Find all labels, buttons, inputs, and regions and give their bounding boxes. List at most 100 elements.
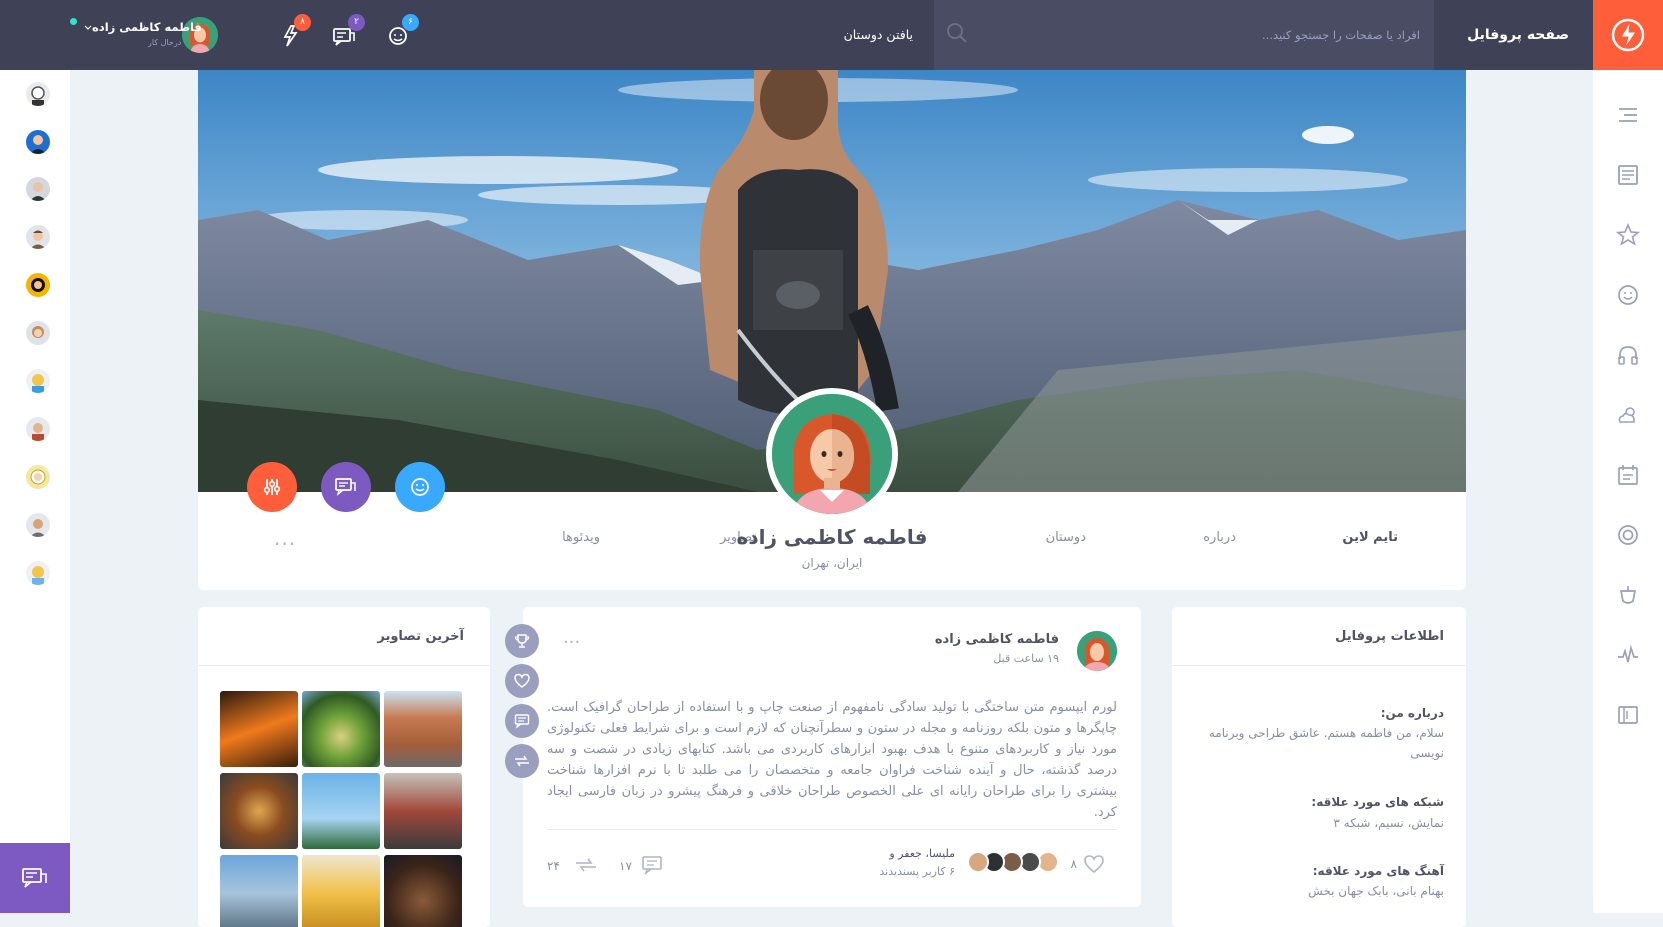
happy-face-icon[interactable]	[1615, 282, 1641, 308]
friend-avatar[interactable]	[26, 369, 50, 393]
chat-icon	[22, 868, 47, 888]
profile-avatar[interactable]	[766, 388, 898, 520]
logo[interactable]	[1593, 0, 1663, 70]
post-time: ۱۹ ساعت قبل	[993, 652, 1059, 665]
post-text: لورم ایپسوم متن ساختگی با تولید سادگی نا…	[547, 700, 1117, 820]
comment-icon[interactable]	[641, 855, 663, 875]
widget-title: اطلاعات پروفایل	[1335, 629, 1444, 644]
networks-text: نمایش، نسیم، شبکه ۳	[1333, 816, 1444, 830]
post-author-avatar[interactable]	[1077, 631, 1117, 671]
friend-requests-badge: ۶	[402, 14, 419, 31]
liked-by-count: ۶ کاربر پسندیدند	[879, 865, 955, 878]
search-bar	[934, 0, 1434, 70]
search-input[interactable]	[1000, 24, 1420, 46]
happy-face-icon	[411, 478, 429, 496]
post-card: فاطمه کاظمی زاده ۱۹ ساعت قبل ... لورم ای…	[523, 607, 1141, 907]
divider	[547, 829, 1117, 830]
divider	[1172, 665, 1466, 666]
friend-avatar[interactable]	[26, 225, 50, 249]
chat-icon	[335, 478, 356, 496]
heart-icon	[514, 673, 530, 688]
friend-avatar[interactable]	[26, 465, 50, 489]
divider	[198, 665, 490, 666]
about-text: سلام، من فاطمه هستم. عاشق طراحی وبرنامه …	[1208, 726, 1444, 760]
photo-thumbnail[interactable]	[220, 773, 298, 849]
post-author-name[interactable]: فاطمه کاظمی زاده	[935, 632, 1059, 647]
friend-avatar[interactable]	[26, 561, 50, 585]
photo-thumbnail[interactable]	[302, 691, 380, 767]
friend-avatar[interactable]	[26, 130, 50, 154]
stats-icon[interactable]	[1615, 642, 1641, 668]
share-icon[interactable]	[573, 855, 599, 875]
user-name[interactable]: فاطمه کاظمی زاده	[92, 20, 202, 34]
photo-thumbnail[interactable]	[384, 855, 462, 927]
liked-by-names[interactable]: ملیسا، جعفر و	[889, 847, 955, 860]
target-icon[interactable]	[1615, 522, 1641, 548]
friend-avatar[interactable]	[26, 82, 50, 106]
online-status-dot	[70, 18, 77, 25]
chevron-down-icon[interactable]	[84, 25, 92, 31]
trophy-button[interactable]	[505, 624, 539, 658]
main-nav-sidebar	[1593, 70, 1663, 913]
like-count: ۸	[1070, 857, 1077, 871]
logo-icon	[1611, 18, 1645, 52]
trophy-icon	[514, 634, 530, 648]
star-icon[interactable]	[1615, 222, 1641, 248]
message-button[interactable]	[321, 462, 371, 512]
comment-side-button[interactable]	[505, 704, 539, 738]
profile-header: تایم لاین درباره دوستان تصاویر ویدئوها .…	[198, 70, 1466, 590]
profile-name: فاطمه کاظمی زاده	[736, 525, 928, 549]
music-label: آهنگ های مورد علاقه:	[1312, 864, 1444, 878]
weather-icon[interactable]	[1615, 402, 1641, 428]
newsfeed-icon[interactable]	[1615, 102, 1641, 128]
cup-icon[interactable]	[1615, 582, 1641, 608]
photo-thumbnail[interactable]	[384, 773, 462, 849]
add-friend-button[interactable]	[395, 462, 445, 512]
news-icon[interactable]	[1615, 162, 1641, 188]
photo-thumbnail[interactable]	[302, 773, 380, 849]
manage-widgets-icon[interactable]	[1615, 702, 1641, 728]
search-icon[interactable]	[946, 22, 968, 44]
photo-thumbnail[interactable]	[384, 691, 462, 767]
music-text: بهنام بانی، بابک جهان بخش	[1308, 884, 1444, 898]
find-friends-link[interactable]: یافتن دوستان	[844, 0, 913, 70]
headphones-icon[interactable]	[1615, 342, 1641, 368]
share-count: ۲۴	[547, 859, 560, 873]
friend-avatar[interactable]	[26, 417, 50, 441]
widget-title: آخرین تصاویر	[377, 629, 464, 644]
share-icon	[515, 755, 529, 767]
friends-sidebar	[0, 70, 70, 913]
messages-badge: ۲	[348, 14, 365, 31]
photo-thumbnail[interactable]	[220, 855, 298, 927]
profile-info-widget: اطلاعات پروفایل درباره من: سلام، من فاطم…	[1172, 607, 1466, 927]
friend-requests-button[interactable]: ۶	[383, 14, 419, 50]
networks-label: شبکه های مورد علاقه:	[1311, 795, 1444, 809]
post-more-button[interactable]: ...	[563, 627, 580, 648]
activity-button[interactable]: ۸	[275, 14, 311, 50]
comment-icon	[514, 714, 530, 729]
friend-avatar[interactable]	[26, 321, 50, 345]
friend-avatar[interactable]	[26, 177, 50, 201]
friend-avatar[interactable]	[26, 513, 50, 537]
sliders-icon	[263, 479, 281, 495]
photo-thumbnail[interactable]	[302, 855, 380, 927]
comment-count: ۱۷	[619, 859, 632, 873]
latest-photos-widget: آخرین تصاویر	[198, 607, 490, 927]
messages-button[interactable]: ۲	[329, 14, 365, 50]
profile-location: ایران، تهران	[801, 556, 863, 570]
top-bar: صفحه پروفایل یافتن دوستان ۶ ۲ ۸ فاطمه کا…	[0, 0, 1663, 70]
chat-button[interactable]	[0, 843, 70, 913]
heart-icon[interactable]	[1083, 854, 1105, 874]
activity-badge: ۸	[294, 14, 311, 31]
share-side-button[interactable]	[505, 744, 539, 778]
calendar-icon[interactable]	[1615, 462, 1641, 488]
liked-by-avatars[interactable]	[967, 851, 1059, 875]
page-title: صفحه پروفایل	[1467, 27, 1569, 43]
photo-thumbnail[interactable]	[220, 691, 298, 767]
like-side-button[interactable]	[505, 664, 539, 698]
about-label: درباره من:	[1380, 706, 1444, 720]
friend-avatar[interactable]	[26, 273, 50, 297]
liker-avatar	[967, 851, 989, 873]
user-status: درحال کار	[148, 38, 182, 47]
settings-button[interactable]	[247, 462, 297, 512]
